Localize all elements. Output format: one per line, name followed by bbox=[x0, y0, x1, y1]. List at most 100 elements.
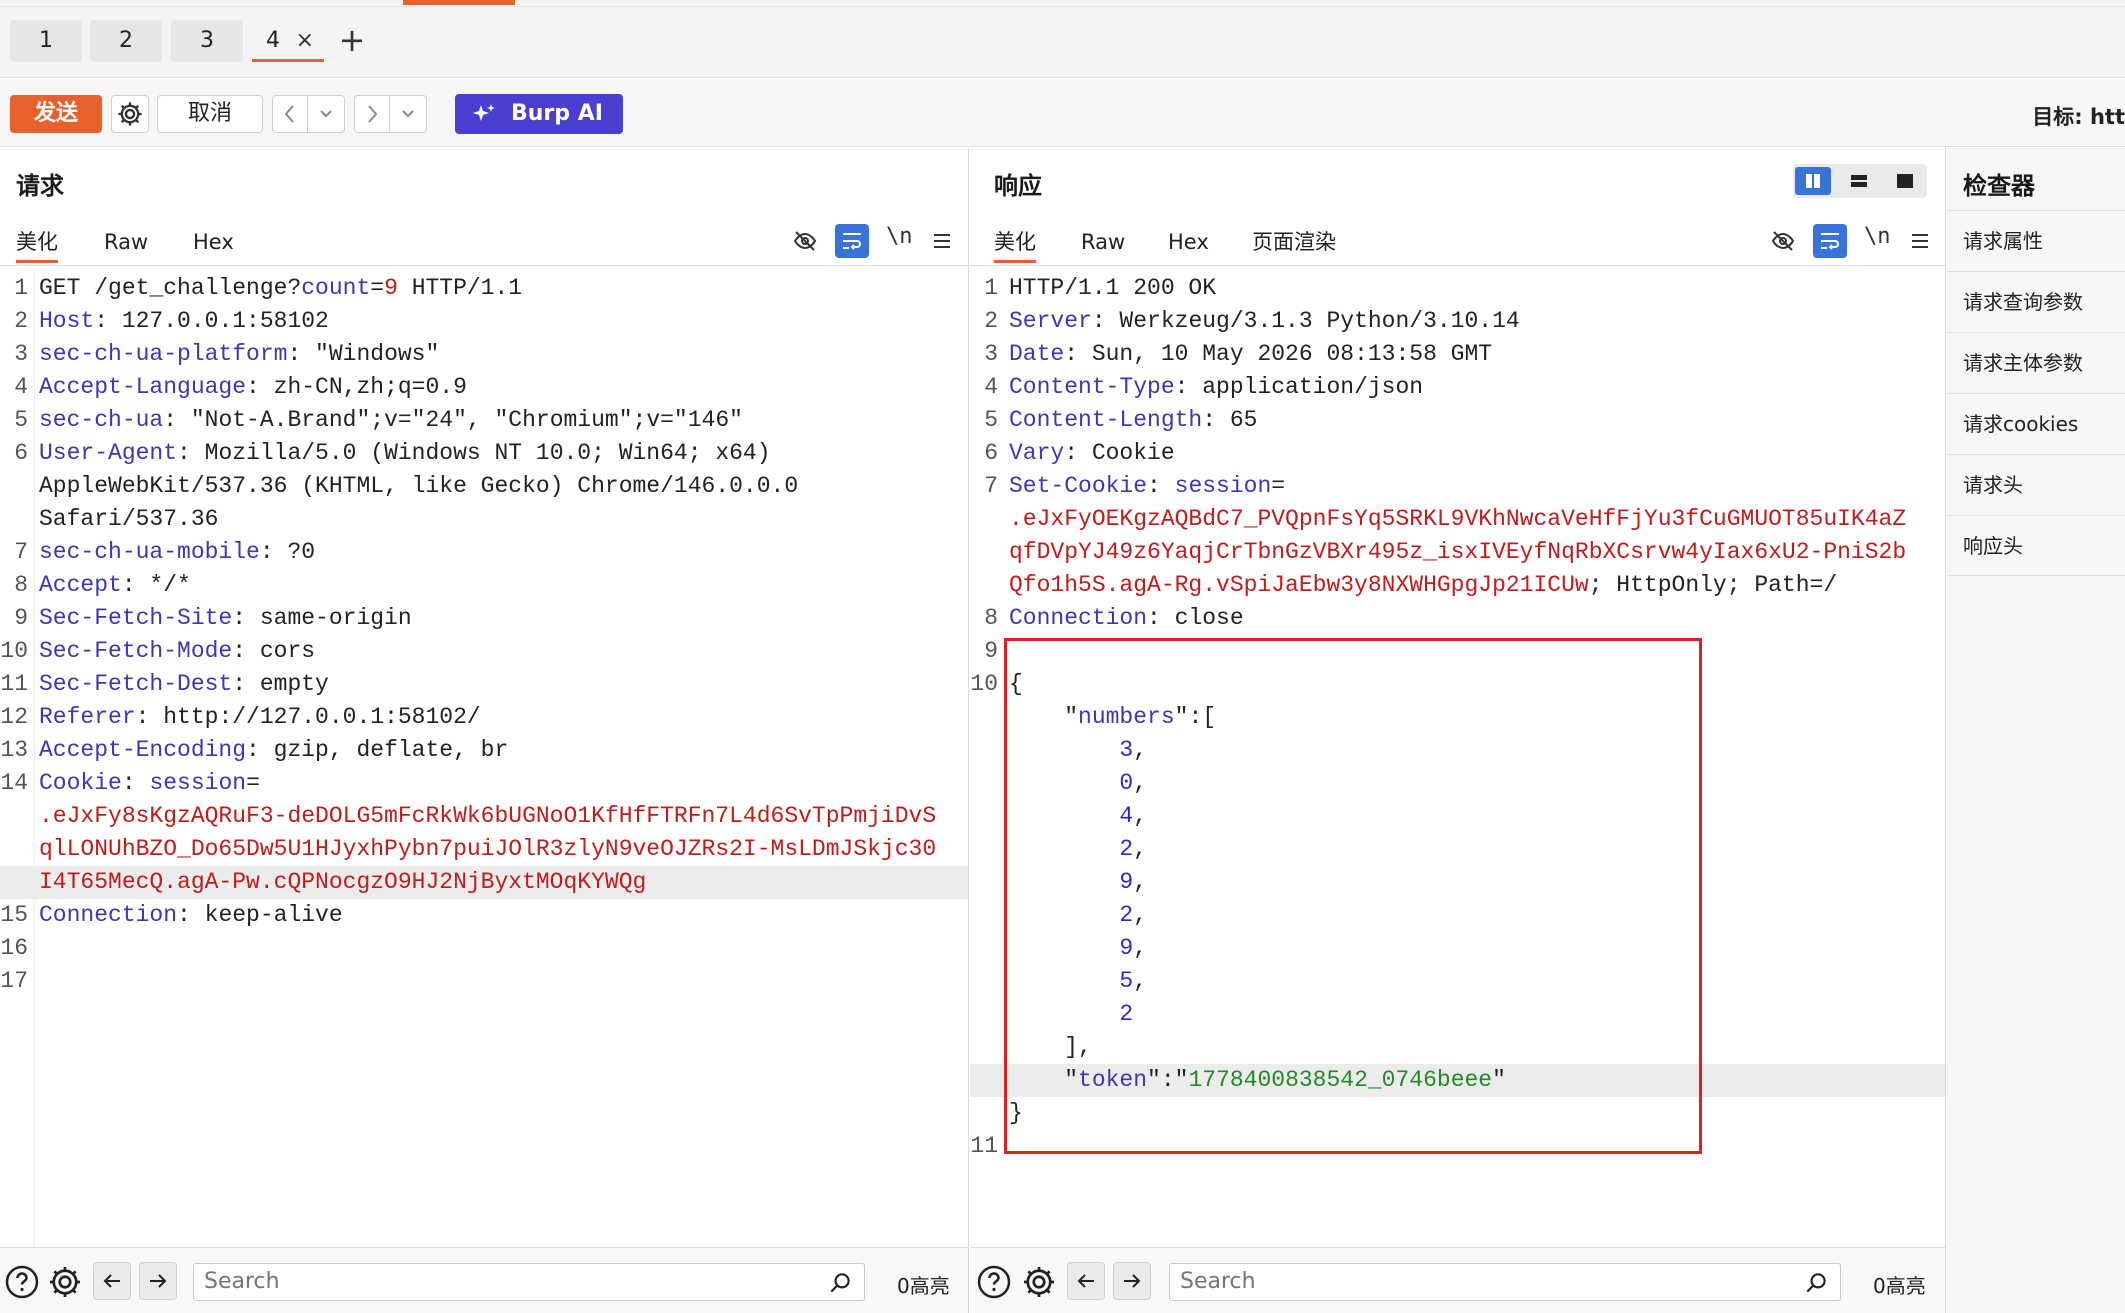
line-number: 9 bbox=[14, 605, 28, 631]
hide-nonprintable-button[interactable] bbox=[788, 224, 822, 258]
search-input[interactable] bbox=[204, 1269, 804, 1294]
code-text: Date: Sun, 10 May 2026 08:13:58 GMT bbox=[1009, 338, 1492, 371]
code-token: : empty bbox=[232, 671, 329, 697]
code-token: Connection bbox=[39, 902, 178, 928]
line-number: 6 bbox=[984, 440, 998, 466]
tabbed-layout-icon[interactable] bbox=[1887, 167, 1923, 195]
chevron-right-icon bbox=[368, 105, 378, 123]
code-line: I4T65MecQ.agA-Pw.cQPNocgzO9HJ2NjByxtMOqK… bbox=[0, 866, 968, 899]
gear-icon[interactable] bbox=[1021, 1264, 1057, 1300]
next-match-button[interactable] bbox=[1113, 1262, 1151, 1300]
code-text: Sec-Fetch-Dest: empty bbox=[39, 668, 329, 701]
show-newlines-button[interactable]: \n bbox=[1864, 224, 1891, 249]
code-token: : bbox=[1147, 473, 1175, 499]
history-forward-dropdown[interactable] bbox=[389, 95, 427, 133]
code-token: Content-Length bbox=[1009, 407, 1203, 433]
tab-pretty[interactable]: 美化 bbox=[994, 224, 1036, 263]
inspector-query-params[interactable]: 请求查询参数 bbox=[1947, 271, 2125, 332]
code-token: 9 bbox=[384, 275, 398, 301]
split-rows-layout-icon[interactable] bbox=[1841, 167, 1877, 195]
inspector-request-cookies[interactable]: 请求cookies bbox=[1947, 393, 2125, 454]
next-match-button[interactable] bbox=[139, 1262, 177, 1300]
code-line: 16 bbox=[0, 932, 968, 965]
line-number: 9 bbox=[984, 638, 998, 664]
code-line: AppleWebKit/537.36 (KHTML, like Gecko) C… bbox=[0, 470, 968, 503]
repeater-tab-2[interactable]: 2 bbox=[90, 20, 162, 62]
code-text: Safari/537.36 bbox=[39, 503, 218, 536]
request-search-bar: 0高亮 bbox=[0, 1247, 968, 1313]
wrap-icon bbox=[1821, 233, 1839, 250]
line-number: 16 bbox=[0, 935, 28, 961]
search-input[interactable] bbox=[1180, 1269, 1780, 1294]
code-token: : cors bbox=[232, 638, 316, 664]
code-line: 3 sec-ch-ua-platform: "Windows" bbox=[0, 338, 968, 371]
gear-icon[interactable] bbox=[47, 1264, 83, 1300]
tab-raw[interactable]: Raw bbox=[104, 224, 148, 260]
menu-button[interactable] bbox=[925, 224, 959, 258]
code-line: 4 Accept-Language: zh-CN,zh;q=0.9 bbox=[0, 371, 968, 404]
code-text: qlLONUhBZO_Do65Dw5U1HJyxhPybn7puiJOlR3zl… bbox=[39, 833, 936, 866]
code-token: .eJxFy8sKgzAQRuF3-deDOLG5mFcRkWk6bUGNoO1… bbox=[39, 803, 937, 829]
code-text: .eJxFyOEKgzAQBdC7_PVQpnFsYq5SRKL9VKhNwca… bbox=[1009, 503, 1906, 536]
code-token: Server bbox=[1009, 308, 1092, 334]
menu-button[interactable] bbox=[1903, 224, 1937, 258]
tab-pretty[interactable]: 美化 bbox=[16, 224, 58, 263]
repeater-tab-4[interactable]: 4 × bbox=[252, 20, 324, 62]
code-text: Vary: Cookie bbox=[1009, 437, 1175, 470]
code-token: HTTP/1.1 200 OK bbox=[1009, 275, 1217, 301]
history-forward-button[interactable] bbox=[354, 95, 390, 133]
code-text: Accept-Language: zh-CN,zh;q=0.9 bbox=[39, 371, 467, 404]
cancel-button[interactable]: 取消 bbox=[157, 95, 263, 133]
code-token: Accept bbox=[39, 572, 122, 598]
inspector-request-headers[interactable]: 请求头 bbox=[1947, 454, 2125, 515]
request-editor[interactable]: 1 GET /get_challenge?count=9 HTTP/1.1 2 Hos… bbox=[0, 272, 968, 998]
repeater-tab-strip: 1 2 3 4 × + bbox=[0, 0, 2125, 78]
highlight-count: 0高亮 bbox=[1873, 1274, 1926, 1298]
code-token: Sec-Fetch-Site bbox=[39, 605, 233, 631]
history-back-button[interactable] bbox=[272, 95, 308, 133]
inspector-request-attributes[interactable]: 请求属性 bbox=[1947, 210, 2125, 271]
code-text: qfDVpYJ49z6YaqjCrTbnGzVBXr495z_isxIVEyfN… bbox=[1009, 536, 1906, 569]
wrap-lines-button[interactable] bbox=[1813, 224, 1847, 258]
code-line: Qfo1h5S.agA-Rg.vSpiJaEbw3y8NXWHGpgJp21IC… bbox=[970, 569, 1945, 602]
add-tab-icon[interactable]: + bbox=[336, 20, 368, 62]
settings-button[interactable] bbox=[111, 95, 149, 133]
repeater-tab-1[interactable]: 1 bbox=[10, 20, 82, 62]
response-search-field[interactable] bbox=[1169, 1263, 1841, 1301]
inspector-body-params[interactable]: 请求主体参数 bbox=[1947, 332, 2125, 393]
split-columns-layout-icon[interactable] bbox=[1795, 167, 1831, 195]
tab-hex[interactable]: Hex bbox=[1168, 224, 1209, 260]
wrap-lines-button[interactable] bbox=[835, 224, 869, 258]
code-text: Sec-Fetch-Mode: cors bbox=[39, 635, 315, 668]
previous-match-button[interactable] bbox=[1067, 1262, 1105, 1300]
line-number: 2 bbox=[984, 308, 998, 334]
tab-raw[interactable]: Raw bbox=[1081, 224, 1125, 260]
tab-hex[interactable]: Hex bbox=[193, 224, 234, 260]
repeater-tab-3[interactable]: 3 bbox=[171, 20, 243, 62]
inspector-response-headers[interactable]: 响应头 bbox=[1947, 515, 2125, 576]
close-tab-icon[interactable]: × bbox=[296, 20, 314, 62]
line-number: 11 bbox=[970, 1133, 998, 1159]
response-search-bar: 0高亮 bbox=[970, 1247, 1945, 1313]
code-token: : gzip, deflate, br bbox=[246, 737, 509, 763]
send-button[interactable]: 发送 bbox=[10, 95, 102, 133]
burp-ai-button[interactable]: Burp AI bbox=[455, 94, 623, 134]
line-number: 1 bbox=[984, 275, 998, 301]
request-search-field[interactable] bbox=[193, 1263, 865, 1301]
tab-label: 1 bbox=[39, 28, 53, 53]
code-token: AppleWebKit/537.36 (KHTML, like Gecko) C… bbox=[39, 473, 799, 499]
response-title: 响应 bbox=[994, 172, 1042, 200]
code-token: Date bbox=[1009, 341, 1065, 367]
hide-nonprintable-button[interactable] bbox=[1766, 224, 1800, 258]
show-newlines-button[interactable]: \n bbox=[886, 224, 913, 249]
history-back-dropdown[interactable] bbox=[307, 95, 345, 133]
code-line: 9 Sec-Fetch-Site: same-origin bbox=[0, 602, 968, 635]
help-icon[interactable] bbox=[976, 1264, 1012, 1300]
target-label[interactable]: 目标: htt bbox=[2032, 101, 2125, 131]
code-token: Referer bbox=[39, 704, 136, 730]
json-body-highlight-box bbox=[1004, 638, 1702, 1154]
previous-match-button[interactable] bbox=[93, 1262, 131, 1300]
code-token: session bbox=[1174, 473, 1272, 499]
tab-render[interactable]: 页面渲染 bbox=[1252, 224, 1336, 260]
help-icon[interactable] bbox=[4, 1264, 40, 1300]
